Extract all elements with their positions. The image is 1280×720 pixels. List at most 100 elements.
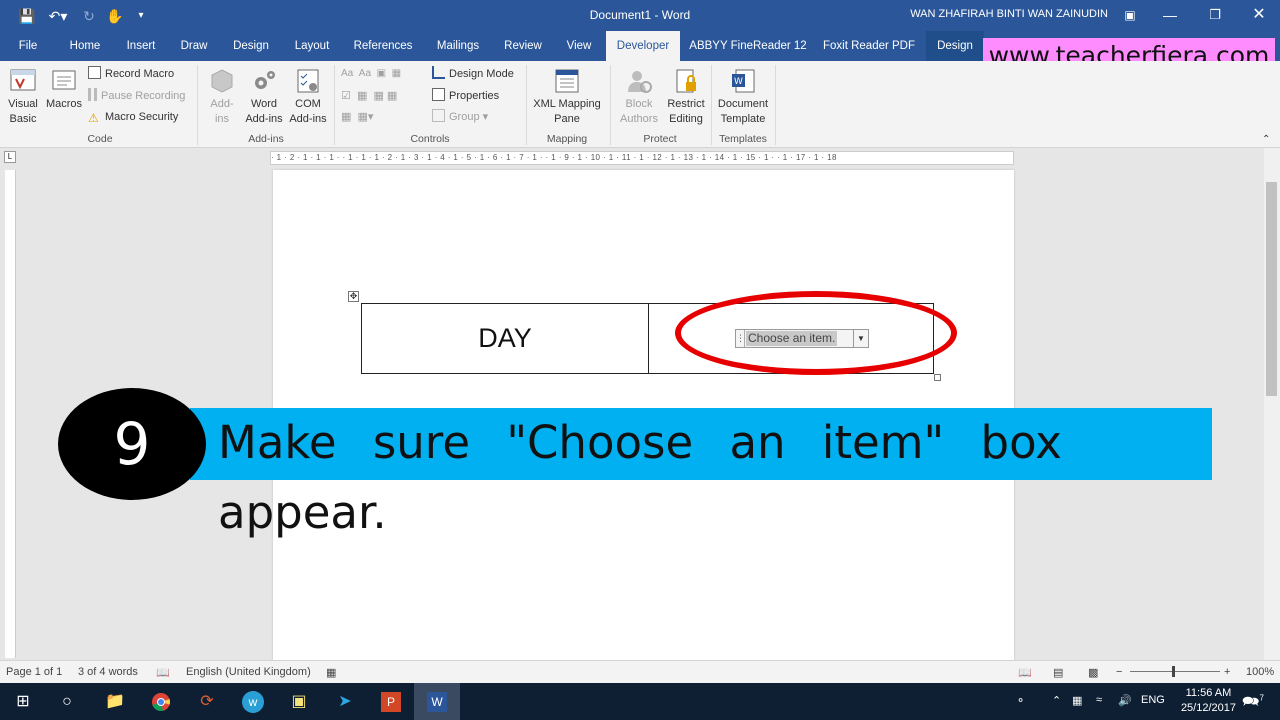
macros-icon <box>52 70 76 90</box>
close-button[interactable]: ✕ <box>1244 3 1274 27</box>
zoom-level[interactable]: 100% <box>1246 666 1274 678</box>
tab-review[interactable]: Review <box>498 31 548 61</box>
tab-file[interactable]: File <box>8 31 48 61</box>
properties-button[interactable]: Properties <box>432 87 499 105</box>
xml-mapping-label-1: XML Mapping <box>533 98 601 110</box>
tab-insert[interactable]: Insert <box>118 31 164 61</box>
word-addins-button[interactable]: Word Add-ins <box>242 67 286 127</box>
tab-design[interactable]: Design <box>224 31 278 61</box>
minimize-button[interactable]: — <box>1155 3 1185 27</box>
tab-view[interactable]: View <box>556 31 602 61</box>
notification-center-icon[interactable]: 🗪7 <box>1242 691 1264 715</box>
page-count[interactable]: Page 1 of 1 <box>6 666 62 678</box>
proofing-icon[interactable]: 📖 <box>156 666 170 679</box>
document-template-button[interactable]: W Document Template <box>714 67 772 127</box>
tab-layout[interactable]: Layout <box>286 31 338 61</box>
design-mode-icon <box>432 66 445 79</box>
block-authors-icon <box>628 71 652 93</box>
pause-recording-button[interactable]: Pause Recording <box>88 87 185 105</box>
xml-mapping-pane-button[interactable]: XML Mapping Pane <box>530 67 604 127</box>
record-macro-icon <box>88 66 101 79</box>
addins-group-label: Add-ins <box>248 133 284 145</box>
group-separator <box>334 65 335 145</box>
zoom-slider[interactable] <box>1130 671 1220 672</box>
cortana-icon[interactable]: ○ <box>44 683 90 720</box>
record-macro-button[interactable]: Record Macro <box>88 65 174 83</box>
table-resize-handle[interactable] <box>934 374 941 381</box>
chevron-up-icon[interactable]: ⌃ <box>1052 694 1061 707</box>
visual-basic-button[interactable]: Visual Basic <box>4 67 42 127</box>
macros-button[interactable]: Macros <box>43 67 85 112</box>
macro-recording-icon[interactable]: ▦ <box>326 666 336 679</box>
group-separator <box>610 65 611 145</box>
word-count[interactable]: 3 of 4 words <box>78 666 138 678</box>
collapse-ribbon-icon[interactable]: ⌃ <box>1262 131 1270 149</box>
rich-text-control-icon[interactable]: Aa Aa ▣ ▦ <box>341 65 401 83</box>
vertical-ruler[interactable] <box>5 170 16 658</box>
people-icon[interactable]: ⚬ <box>1016 694 1025 707</box>
block-authors-button[interactable]: Block Authors <box>615 67 663 127</box>
document-template-label-2: Template <box>720 113 766 125</box>
horizontal-ruler[interactable]: · 1 · 2 · 1 · 1 · 1 · · 1 · 1 · 1 · 2 · … <box>270 151 1014 165</box>
read-mode-icon[interactable]: 📖 <box>1018 666 1032 679</box>
tab-home[interactable]: Home <box>60 31 110 61</box>
powerpoint-icon[interactable]: P <box>368 683 414 720</box>
sticky-notes-icon[interactable]: ▣ <box>276 683 322 720</box>
status-bar: Page 1 of 1 3 of 4 words 📖 English (Unit… <box>0 660 1280 683</box>
vertical-scrollbar[interactable] <box>1264 148 1280 660</box>
visual-basic-label-1: Visual <box>8 98 38 110</box>
language-indicator[interactable]: English (United Kingdom) <box>186 666 311 678</box>
signed-in-user[interactable]: WAN ZHAFIRAH BINTI WAN ZAINUDIN <box>910 8 1108 20</box>
battery-icon[interactable]: ▦ <box>1072 694 1082 707</box>
zoom-in-button[interactable]: + <box>1224 666 1230 678</box>
maximize-button[interactable]: ❐ <box>1200 3 1230 27</box>
telegram-icon[interactable]: ➤ <box>322 683 368 720</box>
file-explorer-icon[interactable]: 📁 <box>92 683 138 720</box>
volume-icon[interactable]: 🔊 <box>1118 694 1132 707</box>
addins-button[interactable]: Add- ins <box>204 67 240 127</box>
title-bar: 💾 ↶▾ ↻ ✋ ▾ Document1 - Word WAN ZHAFIRAH… <box>0 0 1280 31</box>
restrict-editing-button[interactable]: Restrict Editing <box>663 67 709 127</box>
group-separator <box>197 65 198 145</box>
macro-security-button[interactable]: ⚠ Macro Security <box>88 108 178 126</box>
group-button[interactable]: Group ▾ <box>432 108 488 126</box>
com-addins-label-2: Add-ins <box>289 113 327 125</box>
checkbox-control-icon[interactable]: ☑ ▦ ▦ ▦ <box>341 87 397 105</box>
table-cell-day[interactable]: DAY <box>362 304 648 373</box>
com-addins-button[interactable]: COM Add-ins <box>286 67 330 127</box>
xml-mapping-icon <box>555 69 579 93</box>
scrollbar-thumb[interactable] <box>1266 182 1277 396</box>
wifi-icon[interactable]: ≈ <box>1096 694 1102 706</box>
tab-references[interactable]: References <box>348 31 418 61</box>
tab-table-design[interactable]: Design <box>926 31 984 61</box>
tab-abbyy-finereader[interactable]: ABBYY FineReader 12 <box>686 31 810 61</box>
windows-start-icon[interactable]: ⊞ <box>0 683 46 720</box>
chrome-icon[interactable] <box>138 683 184 720</box>
tab-draw[interactable]: Draw <box>172 31 216 61</box>
web-layout-icon[interactable]: ▩ <box>1088 666 1098 679</box>
zoom-out-button[interactable]: − <box>1116 666 1122 678</box>
zoom-slider-thumb[interactable] <box>1172 666 1175 677</box>
tab-selector[interactable]: L <box>4 151 16 163</box>
ribbon-display-options-icon[interactable]: ▣ <box>1115 3 1145 27</box>
block-authors-label-2: Authors <box>620 113 658 125</box>
document-template-label-1: Document <box>717 98 769 110</box>
legacy-tools-icon[interactable]: ▦ ▦▾ <box>341 108 373 126</box>
sync-app-icon[interactable]: ⟳ <box>184 683 230 720</box>
group-icon <box>432 109 445 122</box>
table-move-handle[interactable]: ✥ <box>348 291 359 302</box>
taskbar-clock[interactable]: 11:56 AM 25/12/2017 <box>1181 686 1236 716</box>
mapping-group-label: Mapping <box>546 133 588 145</box>
record-macro-label: Record Macro <box>105 68 175 80</box>
tab-developer[interactable]: Developer <box>606 31 680 61</box>
tab-foxit-reader[interactable]: Foxit Reader PDF <box>816 31 922 61</box>
pause-icon <box>88 88 97 101</box>
tab-mailings[interactable]: Mailings <box>426 31 490 61</box>
input-language[interactable]: ENG <box>1141 694 1165 706</box>
addins-label-2: ins <box>214 113 230 125</box>
app-w-icon[interactable]: w <box>230 683 276 720</box>
print-layout-icon[interactable]: ▤ <box>1053 666 1063 679</box>
design-mode-button[interactable]: Design Mode <box>432 65 514 83</box>
word-taskbar-icon[interactable]: W <box>414 683 460 720</box>
block-authors-label-1: Block <box>625 98 653 110</box>
